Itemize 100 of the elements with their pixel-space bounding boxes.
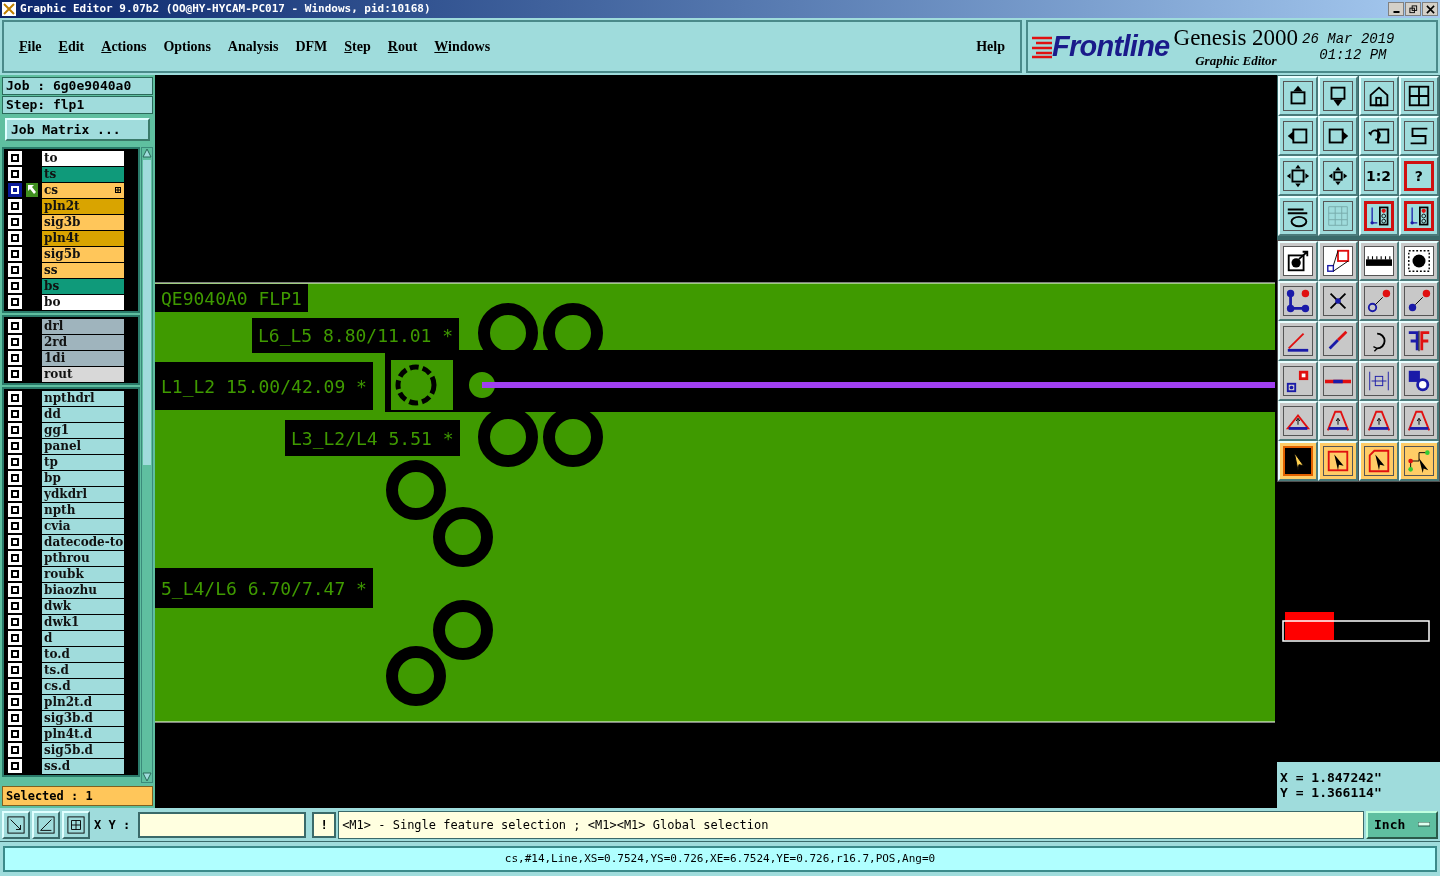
layer-select-button[interactable] bbox=[8, 679, 22, 693]
layer-select-button[interactable] bbox=[8, 727, 22, 741]
units-dropdown[interactable]: Inch bbox=[1366, 810, 1438, 839]
view-button[interactable] bbox=[62, 810, 90, 839]
tool-button[interactable] bbox=[1358, 241, 1399, 281]
layer-select-button[interactable] bbox=[8, 615, 22, 629]
tool-button[interactable] bbox=[1398, 76, 1439, 116]
tool-button[interactable] bbox=[1358, 361, 1399, 401]
layer-row[interactable]: roubk bbox=[42, 566, 124, 582]
tool-button[interactable] bbox=[1398, 441, 1439, 481]
menu-item[interactable]: Windows bbox=[434, 36, 491, 57]
layer-row[interactable]: to.d bbox=[42, 646, 124, 662]
tool-button[interactable] bbox=[1358, 196, 1399, 236]
tool-button[interactable] bbox=[1398, 361, 1439, 401]
menu-item[interactable]: Actions bbox=[101, 36, 147, 57]
tool-button[interactable] bbox=[1398, 281, 1439, 321]
layer-select-button[interactable] bbox=[8, 711, 22, 725]
tool-button[interactable] bbox=[1358, 441, 1399, 481]
layer-row[interactable]: dd bbox=[42, 406, 124, 422]
tool-button[interactable] bbox=[1318, 196, 1359, 236]
layer-select-button[interactable] bbox=[8, 319, 22, 333]
layer-select-button[interactable] bbox=[8, 567, 22, 581]
menu-item[interactable]: Options bbox=[163, 36, 211, 57]
layer-select-button[interactable] bbox=[8, 279, 22, 293]
view-button[interactable] bbox=[2, 810, 30, 839]
tool-button[interactable] bbox=[1358, 321, 1399, 361]
layer-row[interactable]: bp bbox=[42, 470, 124, 486]
layer-row[interactable]: cs bbox=[42, 182, 124, 198]
layer-select-button[interactable] bbox=[8, 391, 22, 405]
layer-row[interactable]: pln2t.d bbox=[42, 694, 124, 710]
layer-row[interactable]: datecode-to bbox=[42, 534, 124, 550]
layer-select-button[interactable] bbox=[8, 263, 22, 277]
layer-select-button[interactable] bbox=[8, 167, 22, 181]
layer-row[interactable]: bs bbox=[42, 278, 124, 294]
layer-row[interactable]: d bbox=[42, 630, 124, 646]
tool-button[interactable] bbox=[1318, 321, 1359, 361]
layer-row[interactable]: 1di bbox=[42, 350, 124, 366]
scrollbar[interactable] bbox=[141, 147, 153, 783]
layer-select-button[interactable] bbox=[8, 183, 22, 197]
layer-select-button[interactable] bbox=[8, 519, 22, 533]
tool-button[interactable] bbox=[1398, 321, 1439, 361]
layer-select-button[interactable] bbox=[8, 743, 22, 757]
menu-item[interactable]: File bbox=[19, 36, 42, 57]
close-button[interactable] bbox=[1422, 2, 1438, 16]
menu-item[interactable]: Edit bbox=[58, 36, 85, 57]
layer-select-button[interactable] bbox=[8, 295, 22, 309]
layer-select-button[interactable] bbox=[8, 351, 22, 365]
tool-button[interactable]: 1:2 bbox=[1358, 156, 1399, 196]
layer-row[interactable]: npthdrl bbox=[42, 390, 124, 406]
view-button[interactable] bbox=[32, 810, 60, 839]
layer-row[interactable]: npth bbox=[42, 502, 124, 518]
tool-button[interactable] bbox=[1278, 321, 1318, 361]
layer-select-button[interactable] bbox=[8, 583, 22, 597]
layer-select-button[interactable] bbox=[8, 231, 22, 245]
layer-row[interactable]: 2rd bbox=[42, 334, 124, 350]
tool-button[interactable] bbox=[1318, 116, 1359, 156]
layer-select-button[interactable] bbox=[8, 407, 22, 421]
layer-select-button[interactable] bbox=[8, 439, 22, 453]
restore-button[interactable] bbox=[1405, 2, 1421, 16]
layer-select-button[interactable] bbox=[8, 647, 22, 661]
layer-row[interactable]: to bbox=[42, 150, 124, 166]
tool-button[interactable] bbox=[1318, 156, 1359, 196]
tool-button[interactable] bbox=[1318, 441, 1359, 481]
layer-row[interactable]: tp bbox=[42, 454, 124, 470]
layer-select-button[interactable] bbox=[8, 215, 22, 229]
menu-item[interactable]: Rout bbox=[387, 36, 418, 57]
layer-row[interactable]: sig5b bbox=[42, 246, 124, 262]
minimize-button[interactable] bbox=[1388, 2, 1404, 16]
tool-button[interactable] bbox=[1358, 281, 1399, 321]
layer-select-button[interactable] bbox=[8, 335, 22, 349]
layer-row[interactable]: ts.d bbox=[42, 662, 124, 678]
tool-button[interactable] bbox=[1278, 156, 1318, 196]
xy-input-field[interactable] bbox=[138, 811, 307, 838]
tool-button[interactable] bbox=[1358, 401, 1399, 441]
layer-row[interactable]: dwk1 bbox=[42, 614, 124, 630]
alert-button[interactable]: ! bbox=[312, 811, 337, 838]
layer-select-button[interactable] bbox=[8, 535, 22, 549]
tool-button[interactable] bbox=[1278, 441, 1318, 481]
layer-row[interactable]: sig3b.d bbox=[42, 710, 124, 726]
layer-row[interactable]: ss bbox=[42, 262, 124, 278]
layer-row[interactable]: pln4t bbox=[42, 230, 124, 246]
layer-row[interactable]: drl bbox=[42, 318, 124, 334]
tool-button[interactable] bbox=[1318, 241, 1359, 281]
layer-row[interactable]: gg1 bbox=[42, 422, 124, 438]
layer-row[interactable]: pthrou bbox=[42, 550, 124, 566]
tool-button[interactable] bbox=[1318, 361, 1359, 401]
tool-button[interactable] bbox=[1278, 116, 1318, 156]
tool-button[interactable] bbox=[1398, 196, 1439, 236]
tool-button[interactable] bbox=[1318, 281, 1359, 321]
layer-row[interactable]: ydkdrl bbox=[42, 486, 124, 502]
tool-button[interactable] bbox=[1278, 196, 1318, 236]
layer-row[interactable]: rout bbox=[42, 366, 124, 382]
layer-row[interactable]: sig5b.d bbox=[42, 742, 124, 758]
layer-row[interactable]: pln2t bbox=[42, 198, 124, 214]
menu-item[interactable]: Analysis bbox=[227, 36, 279, 57]
tool-button[interactable] bbox=[1278, 281, 1318, 321]
layer-select-button[interactable] bbox=[8, 471, 22, 485]
job-matrix-button[interactable]: Job Matrix ... bbox=[5, 118, 150, 141]
layer-select-button[interactable] bbox=[8, 199, 22, 213]
tool-button[interactable]: ? bbox=[1398, 156, 1439, 196]
